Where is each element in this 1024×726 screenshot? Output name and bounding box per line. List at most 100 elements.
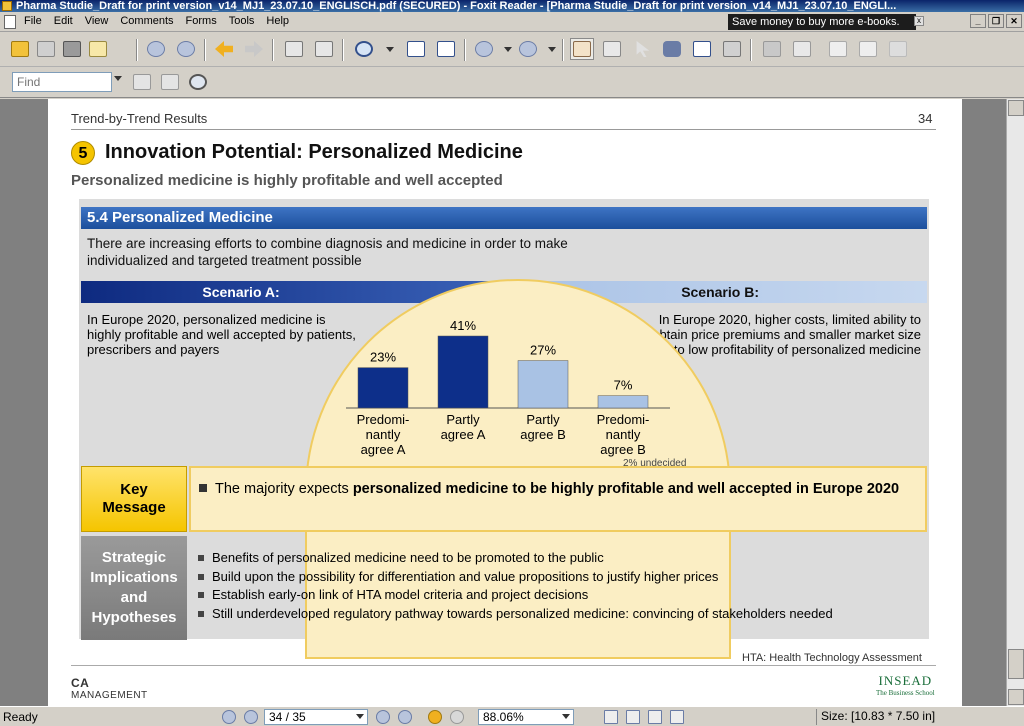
insert-pages-button[interactable] bbox=[312, 38, 336, 60]
textbox-tool-button[interactable] bbox=[826, 38, 850, 60]
vertical-scrollbar[interactable] bbox=[1006, 99, 1024, 706]
chart-value-label: 23% bbox=[370, 350, 396, 365]
save-icon bbox=[37, 41, 55, 57]
last-page-button[interactable] bbox=[398, 710, 412, 724]
find-previous-icon bbox=[133, 74, 151, 90]
open-button[interactable] bbox=[8, 38, 32, 60]
menu-forms[interactable]: Forms bbox=[186, 15, 217, 27]
scroll-thumb[interactable] bbox=[1008, 649, 1024, 679]
page-number: 34 bbox=[918, 111, 933, 126]
zoom-in-dropdown[interactable] bbox=[540, 38, 564, 60]
next-page-button[interactable] bbox=[174, 38, 198, 60]
logo-mark: CA bbox=[71, 676, 90, 690]
window-title: Pharma Studie_Draft for print version_v1… bbox=[16, 0, 897, 12]
zoom-out-button[interactable] bbox=[472, 38, 496, 60]
insead-logo-tagline: The Business School bbox=[876, 689, 935, 697]
key-message-plain: The majority expects bbox=[215, 481, 353, 497]
continuous-facing-view-button[interactable] bbox=[670, 710, 684, 724]
snapshot-tool-button[interactable] bbox=[600, 38, 624, 60]
chart-category-label: Predomi-nantly agree A bbox=[343, 412, 423, 457]
scenario-a-description: In Europe 2020, personalized medicine is… bbox=[87, 312, 356, 357]
menu-comments[interactable]: Comments bbox=[120, 15, 173, 27]
magnifier-icon bbox=[355, 41, 373, 57]
next-page-status-button[interactable] bbox=[376, 710, 390, 724]
zoom-tool-dropdown[interactable] bbox=[378, 38, 402, 60]
chevron-down-icon[interactable] bbox=[114, 76, 122, 81]
hand-tool-button[interactable] bbox=[570, 38, 594, 60]
note-tool-button[interactable] bbox=[790, 38, 814, 60]
menu-tools[interactable]: Tools bbox=[229, 15, 255, 27]
chart-category-label-line: agree B bbox=[520, 427, 566, 442]
menu-help[interactable]: Help bbox=[266, 15, 289, 27]
search-button[interactable] bbox=[186, 71, 210, 93]
email-button[interactable] bbox=[86, 38, 110, 60]
section-heading: 5.4 Personalized Medicine bbox=[81, 207, 927, 229]
comment-tool-button[interactable] bbox=[856, 38, 880, 60]
fit-width-button[interactable] bbox=[434, 38, 458, 60]
single-page-view-button[interactable] bbox=[604, 710, 618, 724]
forward-button[interactable] bbox=[242, 38, 266, 60]
section-description: There are increasing efforts to combine … bbox=[87, 236, 568, 268]
key-message-label-line2: Message bbox=[102, 499, 166, 516]
find-previous-button[interactable] bbox=[130, 71, 154, 93]
facing-view-button[interactable] bbox=[648, 710, 662, 724]
arrow-tool-button[interactable] bbox=[886, 38, 910, 60]
find-next-button[interactable] bbox=[158, 71, 182, 93]
save-button[interactable] bbox=[34, 38, 58, 60]
strategic-label-line3: and bbox=[120, 589, 148, 606]
note-icon bbox=[793, 41, 811, 57]
implication-item: Build upon the possibility for different… bbox=[196, 568, 926, 587]
back-button[interactable] bbox=[212, 38, 236, 60]
hand-icon bbox=[573, 41, 591, 57]
management-logo: CA MANAGEMENT bbox=[71, 676, 148, 701]
scroll-down-button[interactable] bbox=[1008, 689, 1024, 705]
search-icon bbox=[189, 74, 207, 90]
snapshot-button[interactable] bbox=[720, 38, 744, 60]
down-circle-icon bbox=[177, 41, 195, 57]
prev-page-button[interactable] bbox=[244, 710, 258, 724]
annotation-tool-button[interactable] bbox=[760, 38, 784, 60]
previous-page-button[interactable] bbox=[144, 38, 168, 60]
scroll-up-button[interactable] bbox=[1008, 100, 1024, 116]
chart-category-label-line: nantly bbox=[365, 427, 401, 442]
email-icon bbox=[89, 41, 107, 57]
menu-view[interactable]: View bbox=[85, 15, 109, 27]
fit-width-icon bbox=[437, 41, 455, 57]
document-viewport[interactable]: Trend-by-Trend Results 34 5 Innovation P… bbox=[0, 99, 1024, 706]
menu-bar: File Edit View Comments Forms Tools Help… bbox=[0, 12, 1024, 32]
continuous-view-button[interactable] bbox=[626, 710, 640, 724]
chevron-down-icon[interactable] bbox=[562, 714, 570, 719]
chart-category-label: Predomi-nantly agree B bbox=[583, 412, 663, 457]
trend-number-badge: 5 bbox=[71, 141, 95, 165]
zoom-in-tool-button[interactable] bbox=[352, 38, 376, 60]
window-title-bar: Pharma Studie_Draft for print version_v1… bbox=[0, 0, 1024, 12]
typewriter-button[interactable] bbox=[690, 38, 714, 60]
select-tool-button[interactable] bbox=[630, 38, 654, 60]
strategic-label-line4: Hypotheses bbox=[91, 609, 177, 626]
minus-circle-icon bbox=[475, 41, 493, 57]
pencil-icon bbox=[763, 41, 781, 57]
minimize-button[interactable]: _ bbox=[970, 14, 986, 28]
close-button[interactable]: ✕ bbox=[1006, 14, 1022, 28]
restore-button[interactable]: ❐ bbox=[988, 14, 1004, 28]
document-icon[interactable] bbox=[4, 15, 16, 29]
ad-banner[interactable]: Save money to buy more e-books. bbox=[728, 14, 916, 30]
find-text-button[interactable] bbox=[660, 38, 684, 60]
extract-pages-button[interactable] bbox=[282, 38, 306, 60]
forward-status-button[interactable] bbox=[450, 710, 464, 724]
back-status-button[interactable] bbox=[428, 710, 442, 724]
first-page-button[interactable] bbox=[222, 710, 236, 724]
ad-close-button[interactable]: x bbox=[914, 16, 924, 26]
menu-file[interactable]: File bbox=[24, 15, 42, 27]
page-number-field[interactable]: 34 / 35 bbox=[264, 709, 368, 725]
fit-page-button[interactable] bbox=[404, 38, 428, 60]
key-message-body: The majority expects personalized medici… bbox=[189, 466, 927, 532]
zoom-in-button[interactable] bbox=[516, 38, 540, 60]
print-button[interactable] bbox=[60, 38, 84, 60]
zoom-level-field[interactable]: 88.06% bbox=[478, 709, 574, 725]
pages-icon bbox=[285, 41, 303, 57]
find-input[interactable] bbox=[12, 72, 112, 92]
menu-edit[interactable]: Edit bbox=[54, 15, 73, 27]
footer-divider bbox=[71, 665, 936, 666]
chevron-down-icon[interactable] bbox=[356, 714, 364, 719]
